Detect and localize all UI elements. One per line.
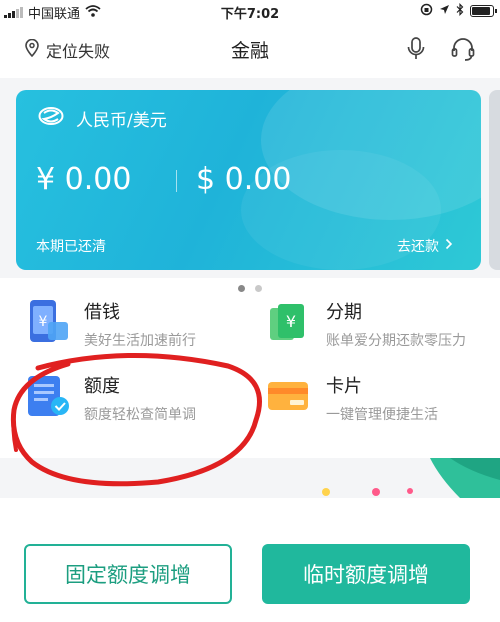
feature-desc: 美好生活加速前行 [84, 333, 196, 349]
temporary-limit-increase-button[interactable]: 临时额度调增 [262, 544, 470, 604]
credit-limit-icon [24, 372, 72, 420]
feature-card[interactable]: 卡片 一键管理便捷生活 [266, 372, 438, 424]
nav-bar: 定位失败 金融 [0, 22, 500, 78]
svg-text:¥: ¥ [39, 314, 48, 330]
usd-amount: $ 0.00 [196, 162, 292, 197]
feature-title: 额度 [84, 376, 120, 397]
status-bar: 中国联通 下午7:02 [0, 0, 500, 22]
carousel-dots [0, 285, 500, 292]
feature-desc: 一键管理便捷生活 [326, 407, 438, 423]
feature-title: 卡片 [326, 376, 362, 397]
carousel-dot [255, 285, 262, 292]
feature-desc: 额度轻松查简单调 [84, 407, 196, 423]
bottom-actions: 固定额度调增 临时额度调增 [0, 498, 500, 622]
orientation-lock-icon [420, 3, 433, 19]
balance-card[interactable]: 人民币/美元 ¥ 0.00 $ 0.00 本期已还清 去还款 [16, 90, 481, 270]
bank-logo-icon [38, 106, 64, 131]
installment-icon: ¥ [266, 298, 314, 346]
chevron-right-icon [445, 238, 453, 254]
repayment-status: 本期已还清 [36, 239, 106, 255]
currency-label: 人民币/美元 [76, 111, 167, 131]
feature-title: 借钱 [84, 302, 120, 323]
carousel-dot [238, 285, 245, 292]
repay-label: 去还款 [397, 239, 439, 255]
cny-amount: ¥ 0.00 [36, 162, 132, 197]
feature-desc: 账单爱分期还款零压力 [326, 333, 466, 349]
feature-title: 分期 [326, 302, 362, 323]
card-icon [266, 372, 314, 420]
phone-money-icon: ¥ [24, 298, 72, 346]
next-card-peek[interactable] [489, 90, 500, 270]
microphone-icon[interactable] [406, 36, 426, 66]
location-arrow-icon [439, 4, 450, 18]
decorative-banner [0, 458, 500, 498]
feature-credit-limit[interactable]: 额度 额度轻松查简单调 [24, 372, 196, 424]
bluetooth-icon [456, 3, 464, 19]
feature-borrow[interactable]: ¥ 借钱 美好生活加速前行 [24, 298, 196, 350]
battery-icon [470, 5, 497, 17]
feature-installment[interactable]: ¥ 分期 账单爱分期还款零压力 [266, 298, 466, 350]
svg-text:¥: ¥ [286, 312, 296, 331]
fixed-limit-increase-button[interactable]: 固定额度调增 [24, 544, 232, 604]
headset-icon[interactable] [450, 36, 476, 66]
repay-link[interactable]: 去还款 [397, 236, 453, 256]
